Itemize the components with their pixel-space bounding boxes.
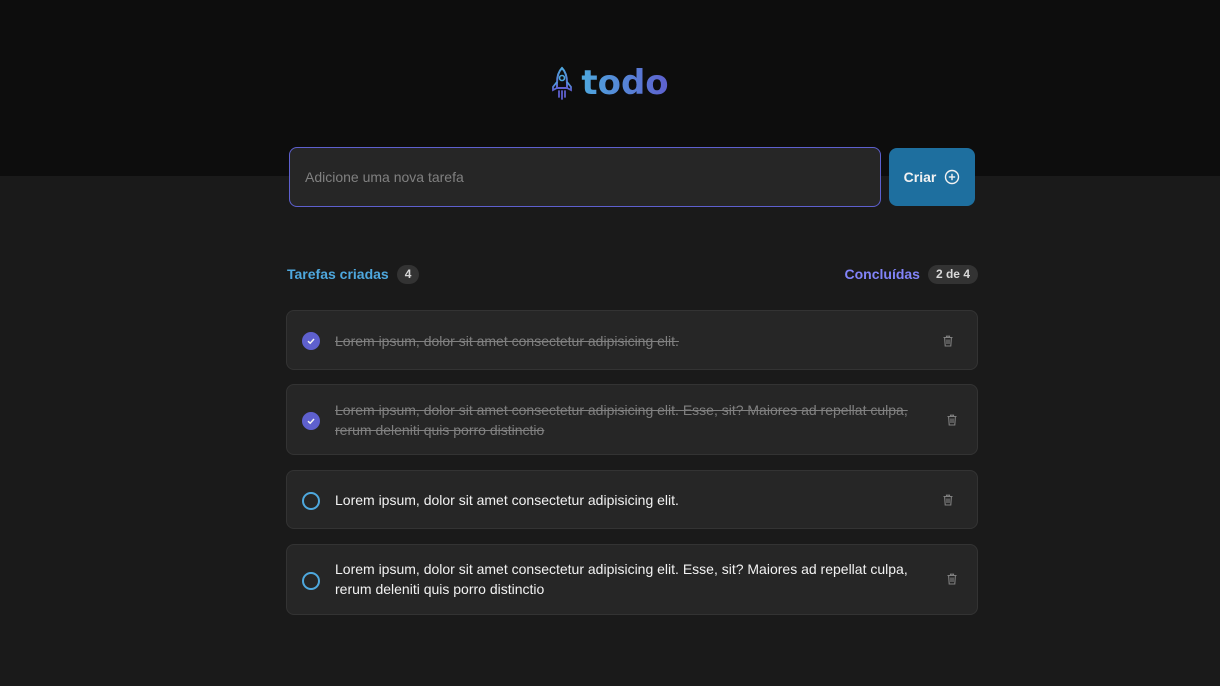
new-task-form: Criar bbox=[289, 147, 975, 207]
task-item: Lorem ipsum, dolor sit amet consectetur … bbox=[286, 470, 978, 529]
task-text: Lorem ipsum, dolor sit amet consectetur … bbox=[335, 492, 679, 508]
new-task-input[interactable] bbox=[289, 147, 881, 207]
task-checkbox[interactable] bbox=[302, 572, 320, 590]
created-counter: 4 bbox=[396, 264, 420, 284]
trash-icon[interactable] bbox=[939, 332, 957, 350]
trash-icon[interactable] bbox=[943, 411, 961, 429]
created-stat: Tarefas criadas 4 bbox=[287, 264, 420, 284]
created-label: Tarefas criadas bbox=[287, 266, 389, 282]
trash-icon[interactable] bbox=[939, 491, 957, 509]
task-text: Lorem ipsum, dolor sit amet consectetur … bbox=[335, 333, 679, 349]
task-item: Lorem ipsum, dolor sit amet consectetur … bbox=[286, 384, 978, 455]
done-label: Concluídas bbox=[844, 266, 920, 282]
done-counter: 2 de 4 bbox=[927, 264, 978, 284]
task-text: Lorem ipsum, dolor sit amet consectetur … bbox=[335, 561, 908, 597]
task-item: Lorem ipsum, dolor sit amet consectetur … bbox=[286, 544, 978, 615]
check-icon bbox=[307, 418, 315, 425]
plus-circle-icon bbox=[945, 169, 960, 185]
create-button-label: Criar bbox=[903, 169, 937, 185]
task-text: Lorem ipsum, dolor sit amet consectetur … bbox=[335, 402, 908, 438]
check-icon bbox=[307, 338, 315, 345]
task-checkbox[interactable] bbox=[302, 492, 320, 510]
logo-text: todo bbox=[581, 63, 669, 103]
task-checkbox-checked[interactable] bbox=[302, 412, 320, 430]
task-item: Lorem ipsum, dolor sit amet consectetur … bbox=[286, 310, 978, 370]
logo: todo bbox=[0, 64, 1220, 102]
done-stat: Concluídas 2 de 4 bbox=[844, 264, 978, 284]
create-button[interactable]: Criar bbox=[889, 148, 975, 206]
rocket-icon bbox=[552, 66, 573, 100]
trash-icon[interactable] bbox=[943, 570, 961, 588]
task-checkbox-checked[interactable] bbox=[302, 332, 320, 350]
task-stats: Tarefas criadas 4 Concluídas 2 de 4 bbox=[287, 263, 978, 285]
